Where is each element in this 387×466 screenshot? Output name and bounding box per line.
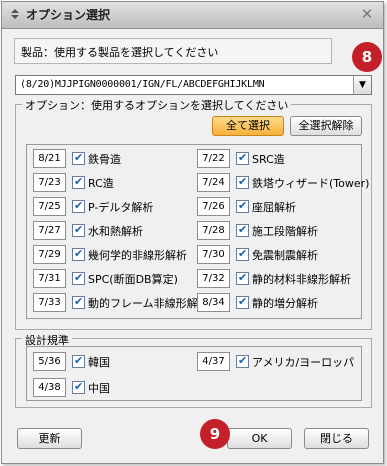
product-section-label: 製品：使用する製品を選択してください	[14, 38, 332, 64]
option-label: P-デルタ解析	[88, 201, 154, 214]
option-checkbox[interactable]	[72, 151, 85, 165]
option-label: 幾何学的非線形解析	[88, 249, 187, 262]
option-version: 7/23	[33, 173, 66, 192]
design-code-label-china: 中国	[88, 382, 110, 395]
option-checkbox[interactable]	[72, 223, 85, 237]
option-version: 7/33	[33, 293, 66, 312]
option-checkbox[interactable]	[72, 199, 85, 213]
checkbox-korea[interactable]	[72, 354, 85, 368]
options-legend: オプション：使用するオプションを選択してください	[22, 97, 292, 113]
option-label: 水和熱解析	[88, 225, 143, 238]
design-code-version: 5/36	[33, 352, 66, 371]
design-code-label-america-europe: アメリカ/ヨーロッパ	[252, 356, 355, 369]
option-version: 7/27	[33, 221, 66, 240]
option-checkbox[interactable]	[72, 295, 85, 309]
design-code-label-korea: 韓国	[88, 356, 110, 369]
option-version: 7/32	[197, 269, 230, 288]
option-version: 7/29	[33, 245, 66, 264]
checkbox-china[interactable]	[72, 380, 85, 394]
option-checkbox[interactable]	[236, 199, 249, 213]
option-version: 8/21	[33, 149, 66, 168]
chevron-down-icon[interactable]: ▼	[353, 76, 371, 94]
option-version: 7/24	[197, 173, 230, 192]
update-button[interactable]: 更新	[17, 428, 82, 449]
close-button[interactable]: 閉じる	[304, 428, 369, 449]
product-select[interactable]: (8/20)MJJPIGN0000001/IGN/FL/ABCDEFGHIJKL…	[15, 75, 372, 95]
callout-badge-9: 9	[200, 419, 230, 449]
option-label: SPC(断面DB算定)	[88, 273, 178, 286]
select-all-button[interactable]: 全て選択	[212, 116, 284, 136]
option-checkbox[interactable]	[72, 271, 85, 285]
option-label: 免震制震解析	[252, 249, 318, 262]
option-label: 静的材料非線形解析	[252, 273, 351, 286]
checkbox-america-europe[interactable]	[236, 354, 249, 368]
product-label: 製品：使用する製品を選択してください	[21, 46, 219, 59]
callout-badge-8: 8	[352, 42, 382, 72]
product-select-value: (8/20)MJJPIGN0000001/IGN/FL/ABCDEFGHIJKL…	[20, 79, 265, 90]
ok-button[interactable]: OK	[227, 428, 292, 449]
option-checkbox[interactable]	[236, 151, 249, 165]
option-checkbox[interactable]	[236, 295, 249, 309]
option-version: 7/25	[33, 197, 66, 216]
option-version: 8/34	[197, 293, 230, 312]
option-version: 7/31	[33, 269, 66, 288]
option-version: 7/28	[197, 221, 230, 240]
option-checkbox[interactable]	[236, 175, 249, 189]
deselect-all-button[interactable]: 全選択解除	[290, 116, 362, 136]
option-label: 静的増分解析	[252, 297, 318, 310]
option-checkbox[interactable]	[72, 247, 85, 261]
option-checkbox[interactable]	[236, 271, 249, 285]
option-label: 座屈解析	[252, 201, 296, 214]
option-version: 7/22	[197, 149, 230, 168]
option-version: 7/26	[197, 197, 230, 216]
option-label: 施工段階解析	[252, 225, 318, 238]
option-label: 鉄骨造	[88, 153, 121, 166]
window-title: オプション選択	[26, 8, 111, 22]
close-icon[interactable]: ✕	[358, 5, 376, 23]
option-label: 鉄塔ウィザード(Tower)	[252, 177, 370, 190]
option-version: 7/30	[197, 245, 230, 264]
option-label: 動的フレーム非線形解析	[88, 297, 209, 310]
design-code-version: 4/38	[33, 378, 66, 397]
design-code-version: 4/37	[197, 352, 230, 371]
option-checkbox[interactable]	[236, 247, 249, 261]
window-menu-icon[interactable]	[10, 9, 20, 19]
option-label: RC造	[88, 177, 114, 190]
option-checkbox[interactable]	[236, 223, 249, 237]
option-label: SRC造	[252, 153, 285, 166]
option-checkbox[interactable]	[72, 175, 85, 189]
